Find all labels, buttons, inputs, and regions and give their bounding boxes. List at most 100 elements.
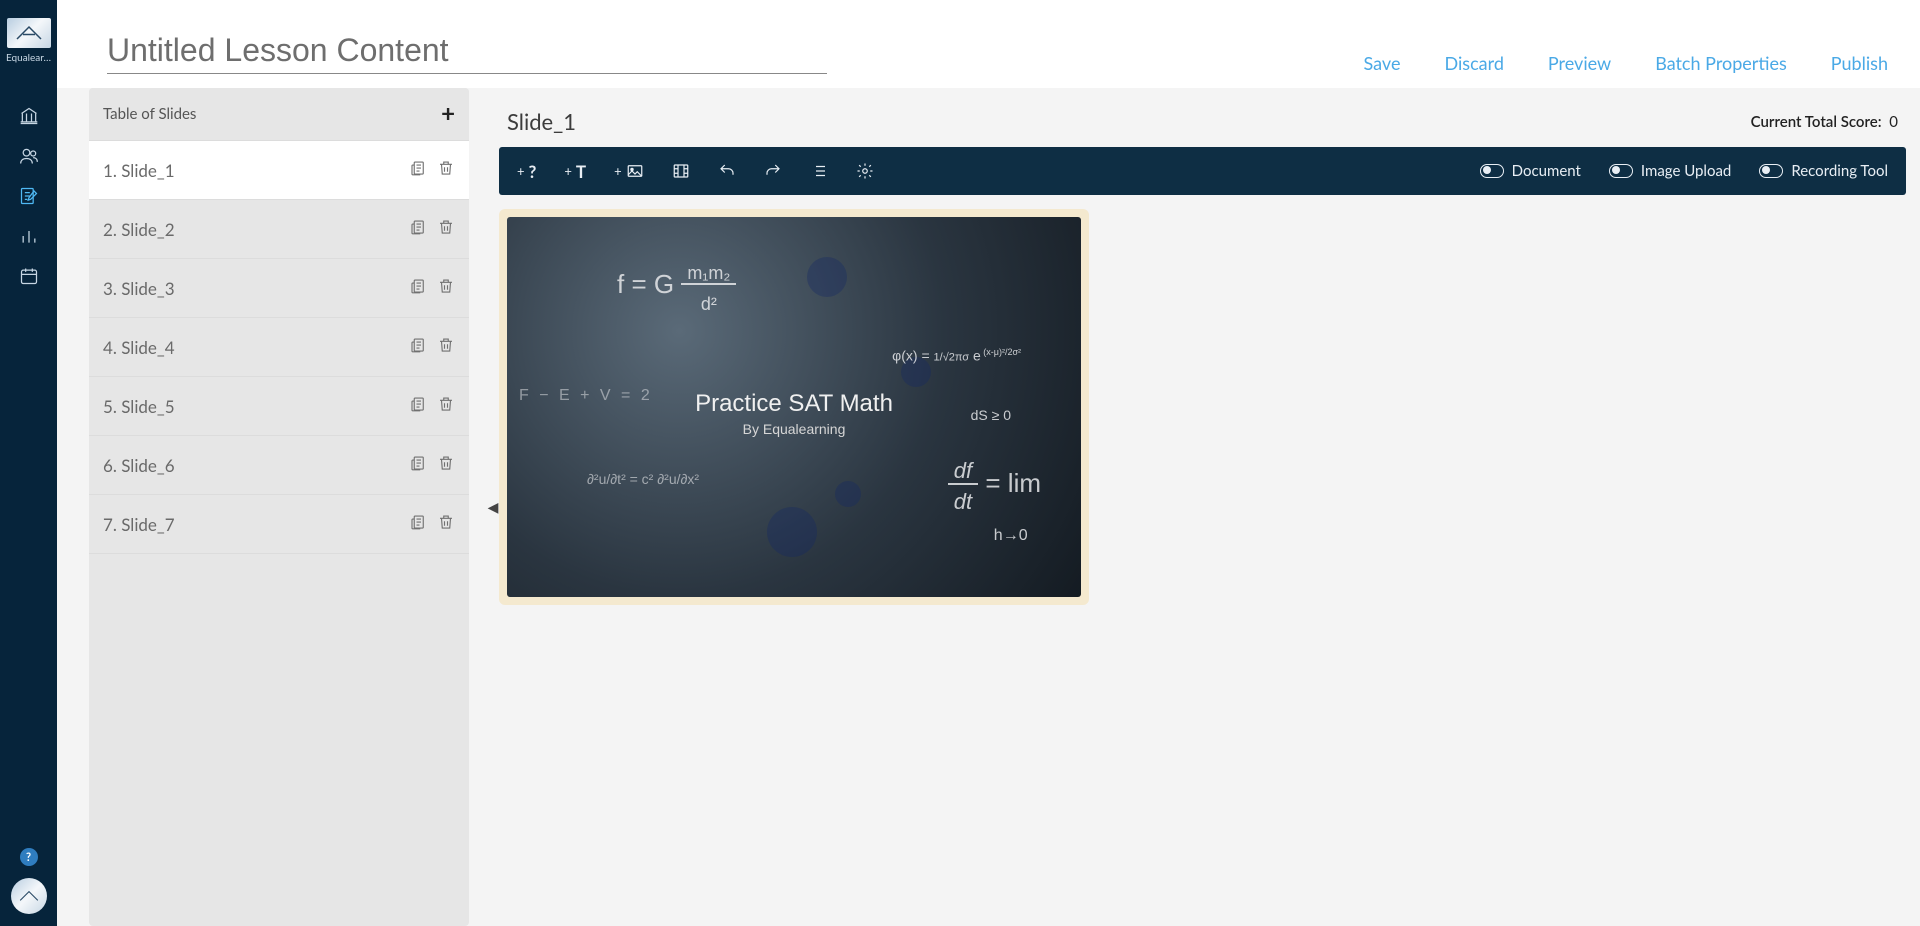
preview-button[interactable]: Preview	[1548, 52, 1611, 74]
copy-slide-button[interactable]	[409, 159, 427, 181]
slide-item[interactable]: 5. Slide_5	[89, 377, 469, 436]
trash-icon	[437, 277, 455, 295]
side-nav: Equalear… ?	[0, 0, 57, 926]
slide-item-label: 5. Slide_5	[103, 396, 175, 417]
copy-icon	[409, 454, 427, 472]
list-icon	[810, 162, 828, 180]
redo-button[interactable]	[764, 162, 782, 180]
gear-icon	[856, 162, 874, 180]
image-upload-toggle-label: Image Upload	[1641, 162, 1731, 180]
delete-slide-button[interactable]	[437, 277, 455, 299]
slide-list: 1. Slide_1 2. Slide_2 3. Slide_3 4. Slide_4…	[89, 141, 469, 926]
copy-icon	[409, 159, 427, 177]
copy-icon	[409, 513, 427, 531]
document-toggle[interactable]: Document	[1480, 162, 1581, 180]
undo-button[interactable]	[718, 162, 736, 180]
collapse-panel-button[interactable]: ◀	[487, 88, 499, 926]
slide-item-label: 6. Slide_6	[103, 455, 175, 476]
slide-item[interactable]: 6. Slide_6	[89, 436, 469, 495]
brand-label: Equalear…	[6, 52, 51, 64]
editor-toolbar: +? +T +	[499, 147, 1906, 195]
slide-item[interactable]: 2. Slide_2	[89, 200, 469, 259]
trash-icon	[437, 336, 455, 354]
recording-tool-toggle[interactable]: Recording Tool	[1759, 162, 1888, 180]
bar-chart-icon	[19, 226, 39, 246]
nav-calendar[interactable]	[0, 256, 57, 296]
image-upload-toggle[interactable]: Image Upload	[1609, 162, 1731, 180]
toggle-icon	[1480, 164, 1504, 178]
copy-slide-button[interactable]	[409, 277, 427, 299]
undo-icon	[718, 162, 736, 180]
avatar[interactable]	[11, 878, 47, 914]
slides-panel-title: Table of Slides	[103, 105, 196, 123]
lesson-title-input[interactable]	[107, 32, 827, 74]
copy-slide-button[interactable]	[409, 513, 427, 535]
slide-content-title: Practice SAT Math	[695, 390, 893, 418]
redo-icon	[764, 162, 782, 180]
document-toggle-label: Document	[1512, 162, 1581, 180]
copy-slide-button[interactable]	[409, 454, 427, 476]
nav-edit-content[interactable]	[0, 176, 57, 216]
copy-slide-button[interactable]	[409, 218, 427, 240]
delete-slide-button[interactable]	[437, 454, 455, 476]
slide-content-subtitle: By Equalearning	[743, 421, 846, 437]
nav-people[interactable]	[0, 136, 57, 176]
plus-icon: +	[564, 163, 572, 179]
toggle-icon	[1759, 164, 1783, 178]
trash-icon	[437, 454, 455, 472]
slide-item-label: 4. Slide_4	[103, 337, 175, 358]
trash-icon	[437, 395, 455, 413]
recording-tool-toggle-label: Recording Tool	[1791, 162, 1888, 180]
slide-canvas[interactable]: f = G m₁m₂d² φ(x) = 1/√2πσ e (x-μ)²/2σ² …	[499, 209, 1089, 605]
nav-analytics[interactable]	[0, 216, 57, 256]
discard-button[interactable]: Discard	[1444, 52, 1503, 74]
score-label: Current Total Score:	[1751, 113, 1882, 131]
slide-item[interactable]: 7. Slide_7	[89, 495, 469, 554]
copy-slide-button[interactable]	[409, 395, 427, 417]
add-text-button[interactable]: +T	[564, 161, 586, 182]
settings-button[interactable]	[856, 162, 874, 180]
plus-icon: +	[517, 163, 525, 179]
slide-item[interactable]: 3. Slide_3	[89, 259, 469, 318]
delete-slide-button[interactable]	[437, 395, 455, 417]
copy-slide-button[interactable]	[409, 336, 427, 358]
save-button[interactable]: Save	[1364, 52, 1401, 74]
image-icon	[626, 162, 644, 180]
add-image-button[interactable]: +	[614, 162, 644, 180]
score-value: 0	[1889, 113, 1898, 131]
score-display: Current Total Score: 0	[1751, 113, 1898, 131]
people-icon	[19, 146, 39, 166]
slide-item-label: 3. Slide_3	[103, 278, 175, 299]
slide-item-label: 1. Slide_1	[103, 160, 175, 181]
delete-slide-button[interactable]	[437, 159, 455, 181]
add-question-button[interactable]: +?	[517, 161, 536, 182]
slide-item[interactable]: 1. Slide_1	[89, 141, 469, 200]
delete-slide-button[interactable]	[437, 218, 455, 240]
slide-item-label: 7. Slide_7	[103, 514, 175, 535]
slide-item-label: 2. Slide_2	[103, 219, 175, 240]
add-video-button[interactable]	[672, 162, 690, 180]
delete-slide-button[interactable]	[437, 336, 455, 358]
trash-icon	[437, 218, 455, 236]
slide-name-label: Slide_1	[507, 108, 576, 135]
toggle-icon	[1609, 164, 1633, 178]
bank-icon	[19, 106, 39, 126]
batch-properties-button[interactable]: Batch Properties	[1655, 52, 1787, 74]
chalkboard-image: f = G m₁m₂d² φ(x) = 1/√2πσ e (x-μ)²/2σ² …	[507, 217, 1081, 597]
delete-slide-button[interactable]	[437, 513, 455, 535]
copy-icon	[409, 336, 427, 354]
list-button[interactable]	[810, 162, 828, 180]
add-slide-button[interactable]: +	[441, 102, 455, 126]
topbar: Save Discard Preview Batch Properties Pu…	[57, 0, 1920, 88]
slides-panel: Table of Slides + 1. Slide_1 2. Slide_2 3.…	[89, 88, 469, 926]
edit-content-icon	[19, 186, 39, 206]
copy-icon	[409, 277, 427, 295]
brand-logo[interactable]	[7, 18, 51, 48]
copy-icon	[409, 395, 427, 413]
help-button[interactable]: ?	[20, 848, 38, 866]
nav-institution[interactable]	[0, 96, 57, 136]
editor: Slide_1 Current Total Score: 0 +? +T +	[499, 88, 1920, 926]
calendar-icon	[19, 266, 39, 286]
slide-item[interactable]: 4. Slide_4	[89, 318, 469, 377]
publish-button[interactable]: Publish	[1831, 52, 1888, 74]
